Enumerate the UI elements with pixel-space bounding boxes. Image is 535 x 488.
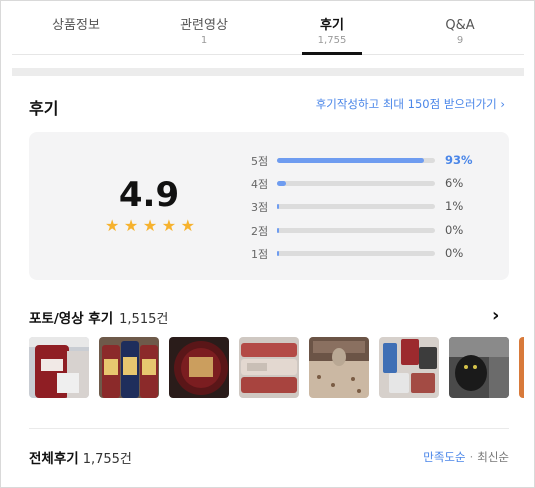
section-divider xyxy=(12,68,524,76)
rating-row-label: 1점 xyxy=(251,247,269,261)
rating-row-percent: 1% xyxy=(445,199,464,214)
rating-bar-fill xyxy=(277,227,279,233)
photo-review-thumbnail[interactable] xyxy=(99,337,159,398)
average-score: 4.9 xyxy=(118,175,180,215)
star-icon: ★ xyxy=(180,216,195,235)
review-section-title: 후기 xyxy=(29,99,59,118)
star-icon: ★ xyxy=(105,216,120,235)
photo-review-thumbnail[interactable] xyxy=(239,337,299,398)
rating-row-percent: 6% xyxy=(445,176,464,191)
write-review-link[interactable]: 후기작성하고 최대 150점 받으러가기 › xyxy=(316,96,505,112)
section-divider xyxy=(29,428,509,429)
star-rating: ★ ★ ★ ★ ★ xyxy=(105,218,195,234)
rating-row-label: 3점 xyxy=(251,201,269,215)
rating-row-percent: 93% xyxy=(445,153,473,167)
tab-qna[interactable]: Q&A 9 xyxy=(396,10,524,54)
rating-bar-fill xyxy=(277,181,287,187)
photo-review-strip xyxy=(29,337,524,399)
rating-row-label: 2점 xyxy=(251,224,269,238)
photo-reviews-title: 포토/영상 후기 xyxy=(29,311,114,327)
sort-by-satisfaction[interactable]: 만족도순 xyxy=(423,450,465,464)
tab-product-info[interactable]: 상품정보 xyxy=(12,10,140,54)
rating-summary: 4.9 ★ ★ ★ ★ ★ 5점 93% 4점 6% 3점 1% 2점 0% 1… xyxy=(29,132,509,280)
rating-row: 1점 0% xyxy=(249,244,499,267)
tab-label: 상품정보 xyxy=(52,18,100,33)
rating-row: 5점 93% xyxy=(249,151,499,174)
rating-bar-fill xyxy=(277,158,424,163)
rating-row-label: 4점 xyxy=(251,178,269,192)
star-icon: ★ xyxy=(161,216,177,235)
tab-label: 관련영상 xyxy=(180,18,228,33)
sort-by-latest[interactable]: 최신순 xyxy=(477,450,509,464)
sort-options: 만족도순 · 최신순 xyxy=(423,449,509,465)
tab-bar: 상품정보 관련영상 1 후기 1,755 Q&A 9 xyxy=(12,10,524,55)
photo-reviews-header: 포토/영상 후기 1,515건 xyxy=(29,307,168,327)
rating-row-percent: 0% xyxy=(445,222,464,237)
rating-row-percent: 0% xyxy=(445,245,464,260)
tab-reviews[interactable]: 후기 1,755 xyxy=(268,10,396,55)
sort-separator: · xyxy=(469,450,474,464)
tab-label: Q&A xyxy=(445,18,475,33)
rating-row-label: 5점 xyxy=(251,155,269,168)
photo-review-thumbnail[interactable] xyxy=(29,337,89,398)
write-review-link-label: 후기작성하고 최대 150점 받으러가기 xyxy=(315,97,497,111)
rating-bar-fill xyxy=(277,250,279,256)
star-icon: ★ xyxy=(123,216,139,235)
photo-review-thumbnail[interactable] xyxy=(379,337,439,398)
photo-review-thumbnail[interactable] xyxy=(519,337,524,398)
rating-bar-track xyxy=(277,181,435,187)
tab-related-videos[interactable]: 관련영상 1 xyxy=(140,10,268,54)
tab-count: 1,755 xyxy=(317,35,347,46)
chevron-right-icon: › xyxy=(500,97,505,111)
chevron-right-icon[interactable]: › xyxy=(492,305,499,326)
photo-review-thumbnail[interactable] xyxy=(449,337,509,398)
rating-distribution: 5점 93% 4점 6% 3점 1% 2점 0% 1점 0% xyxy=(249,151,499,267)
rating-row: 2점 0% xyxy=(249,221,499,244)
all-reviews-title: 전체후기 xyxy=(29,451,79,467)
all-reviews-header: 전체후기 1,755건 xyxy=(29,447,132,467)
rating-row: 3점 1% xyxy=(249,197,499,220)
photo-review-thumbnail[interactable] xyxy=(169,337,229,398)
star-icon: ★ xyxy=(142,216,158,235)
rating-bar-track xyxy=(277,204,435,210)
tab-label: 후기 xyxy=(320,18,344,33)
rating-bar-fill xyxy=(277,204,279,210)
rating-row: 4점 6% xyxy=(249,174,499,197)
tab-count: 9 xyxy=(456,35,464,46)
rating-bar-track xyxy=(277,227,435,233)
photo-reviews-count: 1,515건 xyxy=(119,312,169,327)
rating-bar-track xyxy=(277,250,435,256)
tab-count: 1 xyxy=(200,35,208,46)
photo-review-thumbnail[interactable] xyxy=(309,337,369,398)
rating-bar-track xyxy=(277,158,435,163)
all-reviews-count: 1,755건 xyxy=(82,452,132,467)
